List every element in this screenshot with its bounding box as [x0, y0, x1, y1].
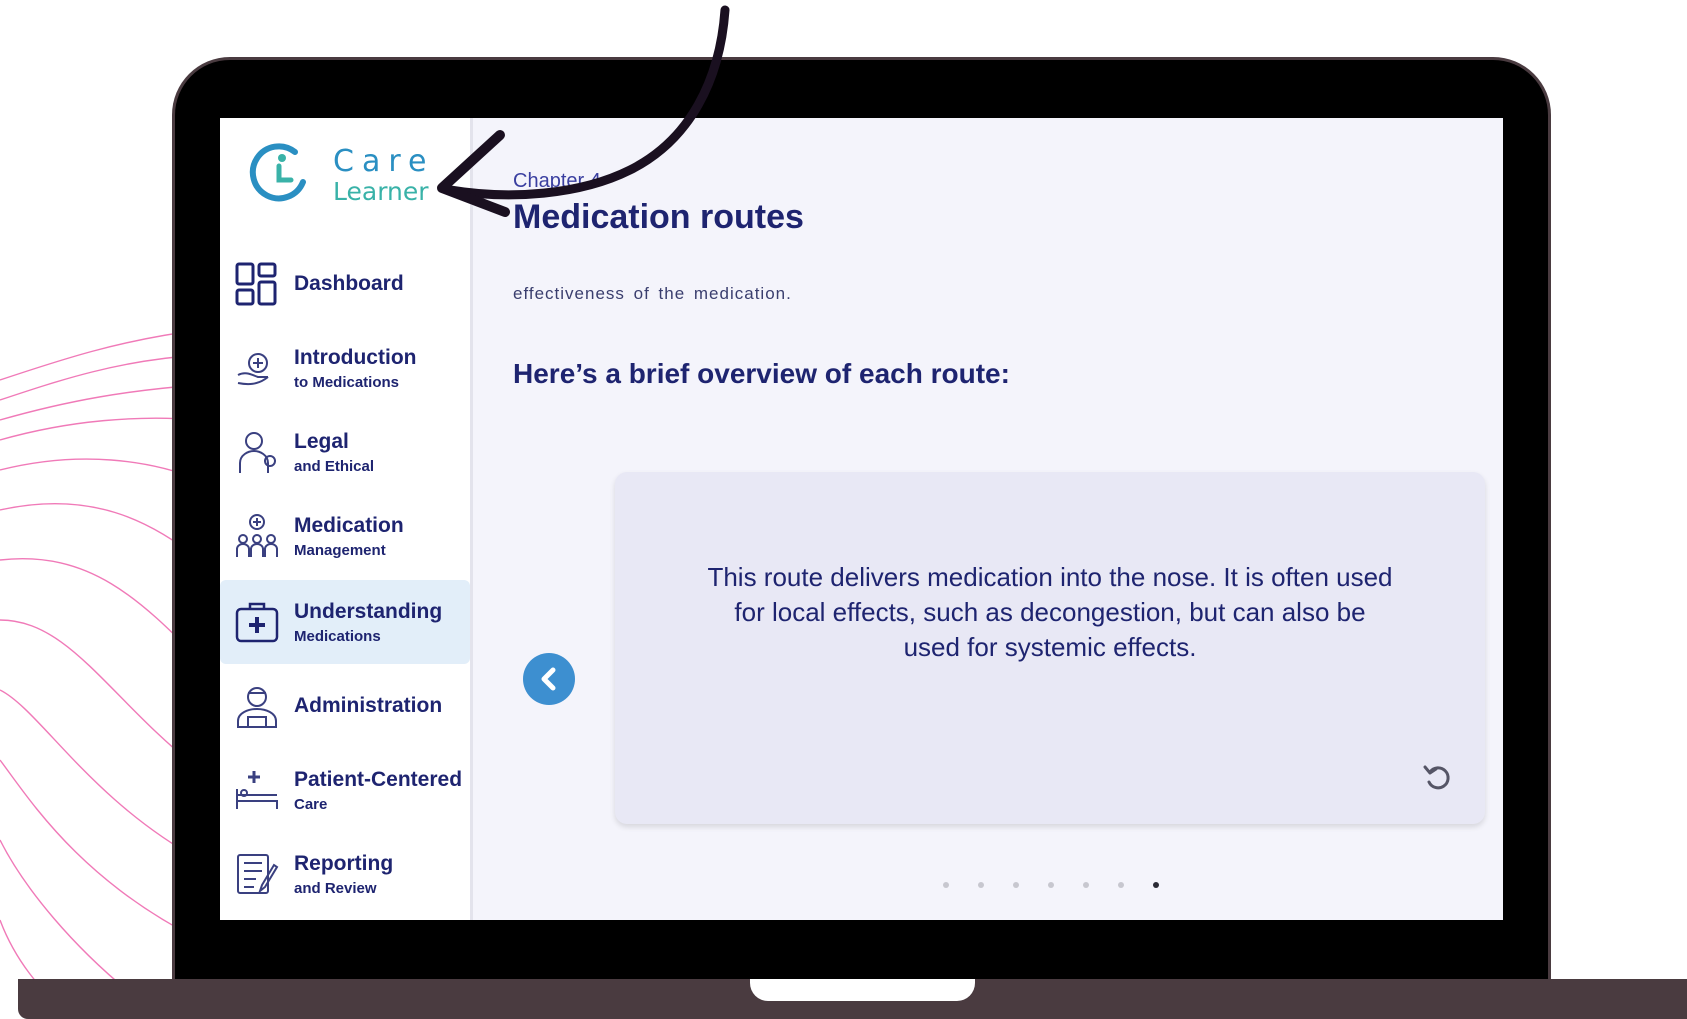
annotation-arrow	[437, 5, 730, 217]
sidebar-item-sublabel: to Medications	[294, 373, 400, 391]
sidebar-item-label: Medication	[294, 513, 404, 537]
sidebar-item-sublabel: and Review	[294, 879, 377, 897]
sidebar-item-label: Introduction	[294, 345, 417, 369]
chevron-left-icon	[541, 667, 556, 691]
flashcard-text: This route delivers medication into the …	[707, 562, 1393, 662]
pagination-dot[interactable]	[1013, 882, 1019, 888]
sidebar-item-label: Reporting	[294, 851, 394, 875]
sidebar-item-label: Administration	[294, 694, 443, 717]
section-heading: Here’s a brief overview of each route:	[513, 358, 1010, 389]
main-content: Chapter 4 Medication routes effectivenes…	[473, 118, 1503, 920]
wave-decoration	[0, 329, 200, 1016]
carousel-pagination	[943, 882, 1159, 888]
flip-card-icon[interactable]	[1421, 760, 1455, 794]
previous-card-button[interactable]	[523, 653, 575, 705]
pagination-dot[interactable]	[943, 882, 949, 888]
sidebar-item-medication-management[interactable]: Medication Management	[220, 494, 470, 578]
care-learner-logo[interactable]: Care Learner	[245, 130, 445, 206]
sidebar-item-label: Dashboard	[294, 272, 404, 295]
hospital-bed-icon	[232, 765, 282, 815]
sidebar: Care Learner Dashboard Introduction to M…	[220, 118, 473, 920]
sidebar-item-introduction[interactable]: Introduction to Medications	[220, 326, 470, 410]
sidebar-item-understanding-medications[interactable]: Understanding Medications	[220, 580, 470, 664]
nurse-icon	[232, 681, 282, 731]
app-screen: Care Learner Dashboard Introduction to M…	[220, 118, 1503, 920]
sidebar-item-label: Understanding	[294, 599, 443, 623]
sidebar-item-reporting[interactable]: Reporting and Review	[220, 832, 470, 916]
sidebar-item-patient-centered-care[interactable]: Patient-Centered Care	[220, 748, 470, 832]
laptop-notch	[750, 979, 975, 1001]
pagination-dot[interactable]	[1153, 882, 1159, 888]
body-text: effectiveness of the medication.	[513, 284, 792, 303]
sidebar-item-sublabel: and Ethical	[294, 457, 375, 475]
first-aid-kit-icon	[232, 597, 282, 647]
doctor-icon	[232, 427, 282, 477]
sidebar-item-legal[interactable]: Legal and Ethical	[220, 410, 470, 494]
hand-medical-icon	[232, 343, 282, 393]
sidebar-item-dashboard[interactable]: Dashboard	[220, 242, 470, 326]
pagination-dot[interactable]	[978, 882, 984, 888]
sidebar-item-sublabel: Care	[294, 795, 328, 813]
logo-icon	[249, 143, 306, 202]
sidebar-item-label: Legal	[294, 429, 349, 453]
logo-learner-text: Learner	[333, 177, 429, 206]
sidebar-item-sublabel: Management	[294, 541, 386, 559]
pagination-dot[interactable]	[1048, 882, 1054, 888]
report-icon	[232, 849, 282, 899]
pagination-dot[interactable]	[1083, 882, 1089, 888]
flashcard[interactable]: This route delivers medication into the …	[615, 472, 1485, 824]
sidebar-item-sublabel: Medications	[294, 627, 381, 645]
group-medical-icon	[232, 511, 282, 561]
sidebar-item-administration[interactable]: Administration	[220, 664, 470, 748]
dashboard-icon	[232, 259, 282, 309]
pagination-dot[interactable]	[1118, 882, 1124, 888]
sidebar-item-label: Patient-Centered	[294, 767, 463, 791]
